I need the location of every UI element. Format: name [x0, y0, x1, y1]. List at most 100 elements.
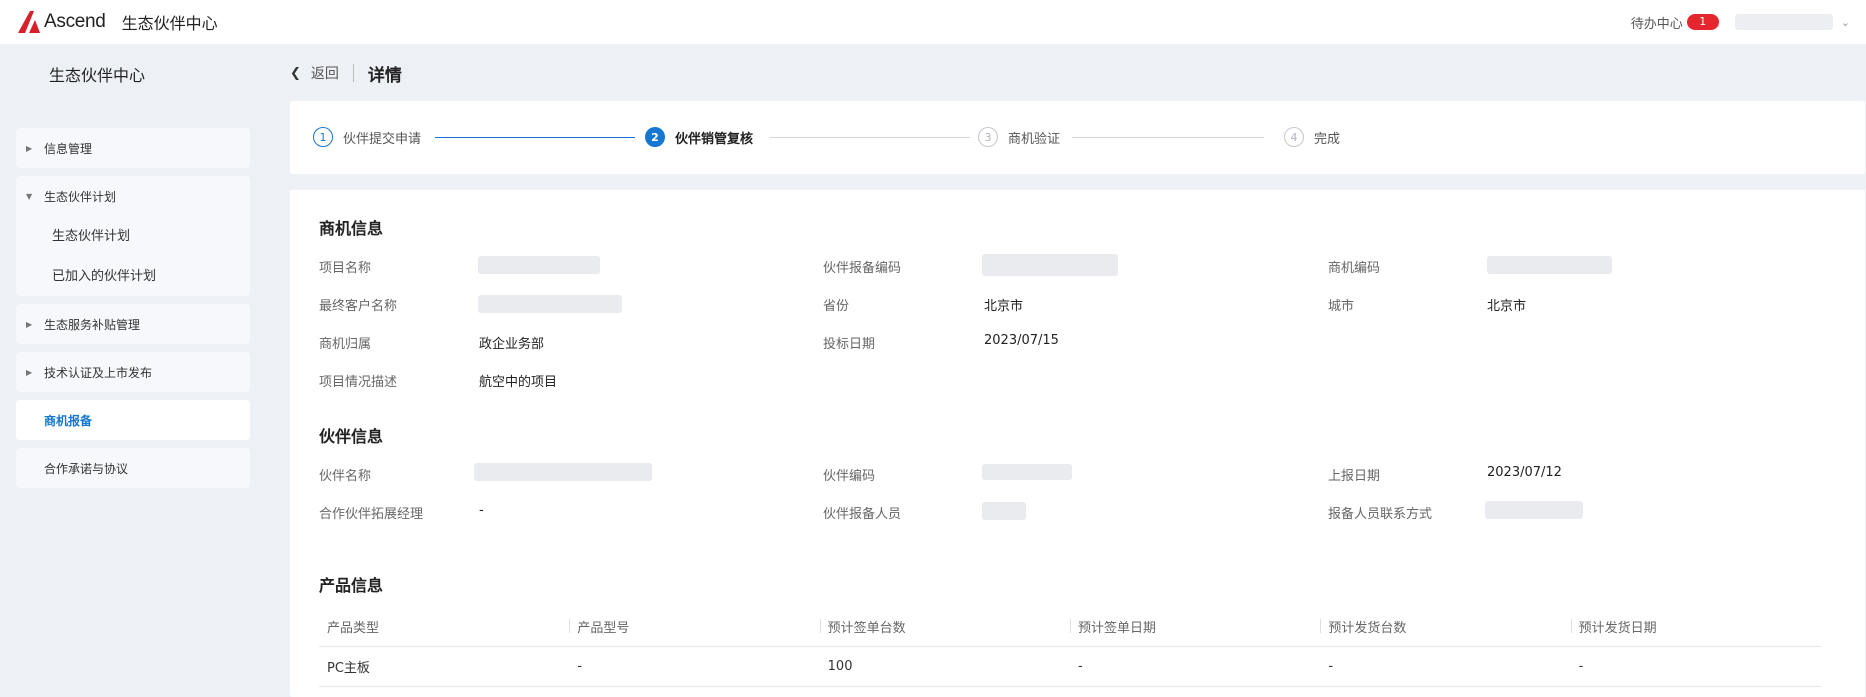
- ownership-label: 商机归属: [319, 337, 372, 352]
- opportunity-code-label: 商机编码: [1328, 261, 1381, 276]
- user-menu[interactable]: [1734, 14, 1833, 30]
- step-number: 3: [978, 127, 998, 147]
- sidebar-group-info: ▶ 信息管理: [16, 128, 250, 168]
- step-4: 4 完成: [1284, 127, 1340, 147]
- section-title-partner: 伙伴信息: [319, 427, 384, 446]
- step-number: 2: [645, 127, 665, 147]
- report-date-value: 2023/07/12: [1487, 465, 1562, 480]
- sidebar-item-subsidy-management[interactable]: ▶ 生态服务补贴管理: [16, 304, 250, 344]
- detail-card: 商机信息 项目名称 伙伴报备编码 商机编码 最终客户名称 省份 北京市 城市 北…: [290, 190, 1865, 697]
- sidebar-item-agreement[interactable]: 合作承诺与协议: [16, 448, 250, 488]
- end-customer-label: 最终客户名称: [319, 299, 398, 314]
- step-label: 商机验证: [1008, 131, 1061, 147]
- sidebar-item-certification[interactable]: ▶ 技术认证及上市发布: [16, 352, 250, 392]
- step-connector: [435, 137, 635, 138]
- sidebar-item-label: 信息管理: [44, 141, 93, 156]
- table-cell: -: [1328, 659, 1334, 674]
- caret-right-icon: ▶: [26, 319, 33, 329]
- step-label: 伙伴销管复核: [675, 131, 754, 147]
- step-number: 1: [313, 127, 333, 147]
- sidebar-group-opportunity: 商机报备: [16, 400, 250, 440]
- breadcrumb-divider: [352, 64, 354, 82]
- caret-right-icon: ▶: [26, 367, 33, 377]
- contact-value: [1485, 501, 1583, 519]
- bid-date-value: 2023/07/15: [984, 333, 1059, 348]
- top-header: Ascend 生态伙伴中心 待办中心 1 ⌄: [0, 0, 1866, 44]
- bid-date-label: 投标日期: [823, 337, 876, 352]
- table-cell: -: [577, 659, 583, 674]
- app-title: 生态伙伴中心: [121, 14, 218, 33]
- caret-right-icon: ▶: [26, 143, 33, 153]
- sidebar-item-info-management[interactable]: ▶ 信息管理: [16, 128, 250, 168]
- step-1: 1 伙伴提交申请: [313, 127, 421, 147]
- column-header: 预计发货日期: [1570, 617, 1821, 636]
- sidebar-title: 生态伙伴中心: [49, 66, 146, 85]
- project-name-label: 项目名称: [319, 261, 372, 276]
- description-value: 航空中的项目: [479, 375, 558, 390]
- sidebar: 生态伙伴中心 ▶ 信息管理 ▼ 生态伙伴计划 生态伙伴计划 已加入的伙伴计划 ▶…: [16, 44, 250, 496]
- sidebar-item-partner-plan[interactable]: ▼ 生态伙伴计划: [16, 176, 250, 216]
- sidebar-group-partner-plan: ▼ 生态伙伴计划 生态伙伴计划 已加入的伙伴计划: [16, 176, 250, 296]
- sidebar-group-agreement: 合作承诺与协议: [16, 448, 250, 488]
- caret-down-icon: ▼: [26, 191, 33, 201]
- report-date-label: 上报日期: [1328, 469, 1381, 484]
- sidebar-group-certification: ▶ 技术认证及上市发布: [16, 352, 250, 392]
- partner-report-code-label: 伙伴报备编码: [823, 261, 902, 276]
- step-number: 4: [1284, 127, 1304, 147]
- product-table: 产品类型 产品型号 预计签单台数 预计签单日期 预计发货台数 预计发货日期 PC…: [319, 607, 1821, 687]
- end-customer-value: [478, 295, 622, 313]
- step-connector: [770, 137, 970, 138]
- step-label: 伙伴提交申请: [343, 131, 422, 147]
- project-name-value: [478, 256, 600, 274]
- contact-label: 报备人员联系方式: [1328, 507, 1433, 522]
- logo[interactable]: Ascend: [16, 9, 106, 35]
- description-label: 项目情况描述: [319, 375, 398, 390]
- table-row: PC主板 - 100 - - -: [319, 647, 1821, 687]
- sidebar-group-subsidy: ▶ 生态服务补贴管理: [16, 304, 250, 344]
- todo-center-link[interactable]: 待办中心: [1631, 13, 1683, 32]
- back-link[interactable]: 返回: [311, 63, 339, 83]
- step-2: 2 伙伴销管复核: [645, 127, 753, 147]
- column-header: 产品型号: [569, 617, 819, 636]
- todo-count-badge: 1: [1686, 14, 1719, 30]
- step-label: 完成: [1314, 131, 1341, 147]
- table-cell: PC主板: [327, 661, 370, 676]
- progress-steps: 1 伙伴提交申请 2 伙伴销管复核 3 商机验证 4 完成: [290, 101, 1865, 174]
- section-title-opportunity: 商机信息: [319, 219, 384, 238]
- reporter-label: 伙伴报备人员: [823, 507, 902, 522]
- table-header-row: 产品类型 产品型号 预计签单台数 预计签单日期 预计发货台数 预计发货日期: [319, 607, 1821, 647]
- partner-code-label: 伙伴编码: [823, 469, 876, 484]
- chevron-down-icon[interactable]: ⌄: [1841, 16, 1850, 29]
- sidebar-item-label: 生态伙伴计划: [44, 189, 117, 204]
- partner-name-label: 伙伴名称: [319, 469, 372, 484]
- manager-value: -: [479, 503, 484, 518]
- breadcrumb: ❮ 返回 详情: [290, 60, 402, 86]
- column-header: 预计签单日期: [1069, 617, 1320, 636]
- city-value: 北京市: [1487, 299, 1527, 314]
- province-value: 北京市: [984, 299, 1024, 314]
- table-cell: 100: [827, 659, 853, 674]
- sidebar-item-label: 生态服务补贴管理: [44, 317, 141, 332]
- column-header: 预计签单台数: [819, 617, 1070, 636]
- partner-code-value: [982, 464, 1072, 480]
- ascend-logo-icon: [18, 11, 40, 33]
- city-label: 城市: [1328, 299, 1355, 314]
- step-3: 3 商机验证: [978, 127, 1060, 147]
- step-connector: [1072, 137, 1264, 138]
- sidebar-item-label: 技术认证及上市发布: [44, 365, 153, 380]
- sidebar-item-opportunity-report[interactable]: 商机报备: [16, 400, 250, 440]
- column-header: 预计发货台数: [1320, 617, 1570, 636]
- logo-text: Ascend: [44, 11, 106, 32]
- ownership-value: 政企业务部: [479, 337, 545, 352]
- sidebar-subitem-partner-plan[interactable]: 生态伙伴计划: [16, 216, 250, 252]
- manager-label: 合作伙伴拓展经理: [319, 507, 424, 522]
- page-title: 详情: [367, 65, 402, 86]
- sidebar-subitem-joined-plans[interactable]: 已加入的伙伴计划: [16, 252, 250, 296]
- chevron-left-icon[interactable]: ❮: [290, 66, 301, 81]
- table-cell: -: [1077, 659, 1083, 674]
- partner-name-value: [474, 463, 652, 481]
- partner-report-code-value: [982, 254, 1118, 276]
- opportunity-code-value: [1487, 256, 1612, 274]
- section-title-product: 产品信息: [319, 576, 384, 595]
- province-label: 省份: [823, 299, 850, 314]
